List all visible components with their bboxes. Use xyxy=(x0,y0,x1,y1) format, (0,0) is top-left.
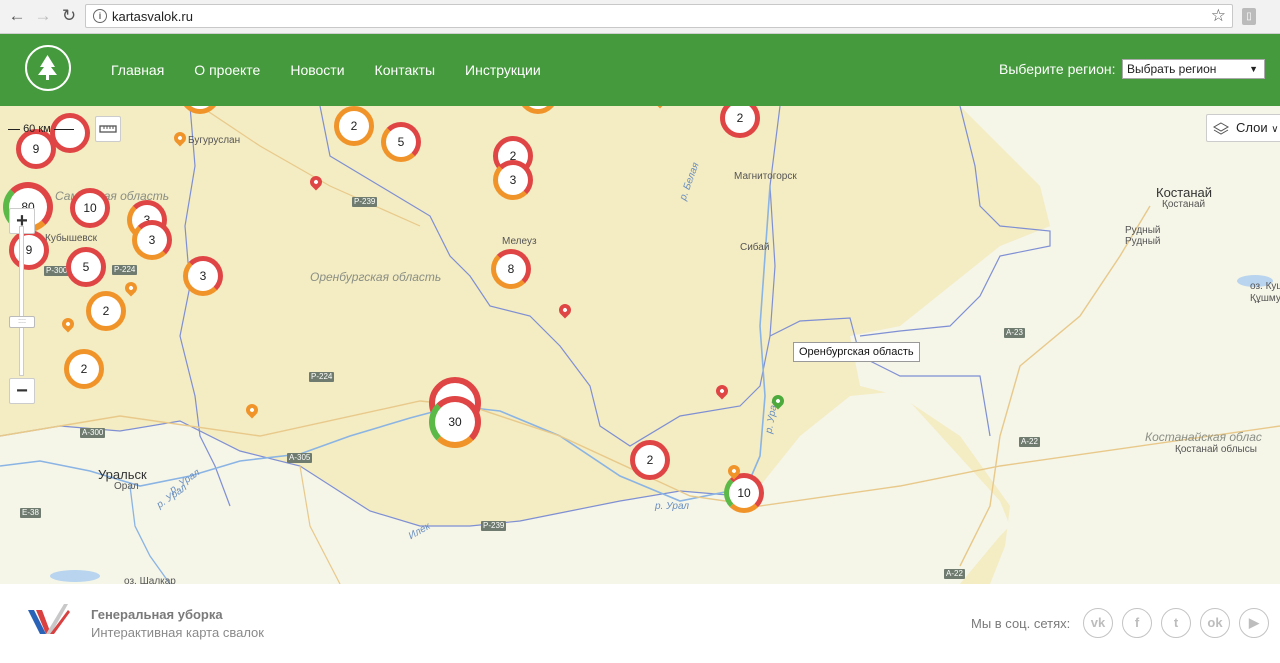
twitter-icon[interactable]: t xyxy=(1161,608,1191,638)
dump-cluster-marker[interactable]: 9 xyxy=(16,129,56,169)
city-oral: Орал xyxy=(114,481,139,492)
dump-cluster-marker[interactable]: 5 xyxy=(381,122,421,162)
main-menu: Главная О проекте Новости Контакты Инстр… xyxy=(111,34,571,106)
region-select-value: Выбрать регион xyxy=(1127,62,1217,76)
dump-cluster-marker[interactable]: 30 xyxy=(429,396,481,448)
dump-cluster-marker[interactable]: 2 xyxy=(630,440,670,480)
map-canvas[interactable]: Оренбургская область Самарская область К… xyxy=(0,106,1280,584)
dump-cluster-marker[interactable]: 2 xyxy=(64,349,104,389)
dropdown-arrow-icon: ▼ xyxy=(1249,64,1258,74)
city-rudny: Рудный xyxy=(1125,225,1161,236)
chevron-down-icon: ∨ xyxy=(1271,124,1279,135)
vk-icon[interactable]: vk xyxy=(1083,608,1113,638)
road-label: А-305 xyxy=(287,453,313,463)
tree-logo-icon[interactable] xyxy=(25,45,71,91)
forward-icon[interactable]: → xyxy=(33,6,53,26)
lake-shalkar: оз. Шалкар xyxy=(124,576,176,584)
dump-cluster-marker[interactable]: 10 xyxy=(724,473,764,513)
dump-cluster-marker[interactable]: 2 xyxy=(334,106,374,146)
city-kostanay-kz: Қостанай xyxy=(1162,199,1206,210)
dump-cluster-marker[interactable]: 2 xyxy=(86,291,126,331)
lake-kushm: оз. Куш xyxy=(1250,281,1280,292)
layers-button-label: Слои xyxy=(1236,120,1268,135)
road-label: Е-38 xyxy=(20,508,41,518)
city-kuybyshevsk: Кубышевск xyxy=(45,233,98,244)
region-name-kostanay-kz: Қостанай облысы xyxy=(1175,444,1257,455)
city-kostanay: Костанай xyxy=(1156,185,1213,200)
menu-item-contacts[interactable]: Контакты xyxy=(375,62,435,78)
road-label: Р-239 xyxy=(481,521,507,531)
map-base-layer xyxy=(0,106,1280,584)
lake-kushm-kz: Құшму xyxy=(1250,293,1280,304)
map-scale-label: 60 км xyxy=(23,123,51,135)
youtube-icon[interactable]: ▶ xyxy=(1239,608,1269,638)
social-label: Мы в соц. сетях: xyxy=(971,616,1071,631)
dump-cluster-marker[interactable]: 3 xyxy=(183,256,223,296)
road-label: А-22 xyxy=(944,569,965,579)
site-header: Главная О проекте Новости Контакты Инстр… xyxy=(0,34,1280,106)
pdf-extension-icon[interactable]: ▯ xyxy=(1242,8,1256,25)
zoom-slider-track[interactable] xyxy=(19,226,24,376)
dump-cluster-marker[interactable]: 3 xyxy=(132,220,172,260)
menu-item-news[interactable]: Новости xyxy=(290,62,344,78)
footer-title: Генеральная уборка xyxy=(91,607,223,622)
river-ural-label: р. Урал xyxy=(655,501,690,512)
reload-icon[interactable]: ↻ xyxy=(59,6,79,26)
dump-cluster-marker[interactable]: 3 xyxy=(493,160,533,200)
footer-subtitle: Интерактивная карта свалок xyxy=(91,625,264,640)
zoom-slider-handle[interactable]: :::: xyxy=(9,316,35,328)
dump-cluster-marker[interactable]: 9 xyxy=(9,230,49,270)
zoom-out-button[interactable]: − xyxy=(9,378,35,404)
city-sibay: Сибай xyxy=(740,242,770,253)
menu-item-home[interactable]: Главная xyxy=(111,62,164,78)
dump-cluster-marker[interactable]: 10 xyxy=(70,188,110,228)
dump-cluster-marker[interactable]: 5 xyxy=(66,247,106,287)
city-magnitogorsk: Магнитогорск xyxy=(734,171,797,182)
region-name-kostanay: Костанайская облас xyxy=(1145,430,1262,444)
city-buguruslan: Бугуруслан xyxy=(188,135,241,146)
road-label: А-22 xyxy=(1019,437,1040,447)
address-bar[interactable]: i kartasvalok.ru ☆ xyxy=(85,4,1233,28)
city-uralsk: Уральск xyxy=(98,467,147,482)
dump-cluster-marker[interactable]: 8 xyxy=(491,249,531,289)
region-label: Выберите регион: xyxy=(999,61,1116,77)
browser-toolbar: ← → ↻ i kartasvalok.ru ☆ ▯ xyxy=(0,0,1280,34)
layers-icon xyxy=(1213,122,1229,135)
bookmark-star-icon[interactable]: ☆ xyxy=(1211,6,1226,26)
ruler-icon[interactable] xyxy=(95,116,121,142)
layers-button[interactable]: Слои ∨ xyxy=(1206,114,1280,142)
region-select[interactable]: Выбрать регион ▼ xyxy=(1122,59,1265,79)
region-tooltip: Оренбургская область xyxy=(793,342,920,362)
road-label: Р-224 xyxy=(112,265,138,275)
menu-item-about[interactable]: О проекте xyxy=(194,62,260,78)
menu-item-instructions[interactable]: Инструкции xyxy=(465,62,541,78)
city-meleuz: Мелеуз xyxy=(502,236,537,247)
road-label: Р-224 xyxy=(309,372,335,382)
road-label: А-23 xyxy=(1004,328,1025,338)
road-label: А-300 xyxy=(80,428,106,438)
region-name-orenburg: Оренбургская область xyxy=(310,270,442,284)
odnoklassniki-icon[interactable]: ok xyxy=(1200,608,1230,638)
onf-logo-icon[interactable] xyxy=(24,600,74,640)
url-text[interactable]: kartasvalok.ru xyxy=(112,9,193,24)
road-label: Р-239 xyxy=(352,197,378,207)
back-icon[interactable]: ← xyxy=(7,6,27,26)
site-footer: Генеральная уборка Интерактивная карта с… xyxy=(0,584,1280,663)
facebook-icon[interactable]: f xyxy=(1122,608,1152,638)
map-scale: 60 км xyxy=(8,123,74,135)
info-icon[interactable]: i xyxy=(93,9,107,23)
city-rudny-kz: Рудный xyxy=(1125,236,1161,247)
